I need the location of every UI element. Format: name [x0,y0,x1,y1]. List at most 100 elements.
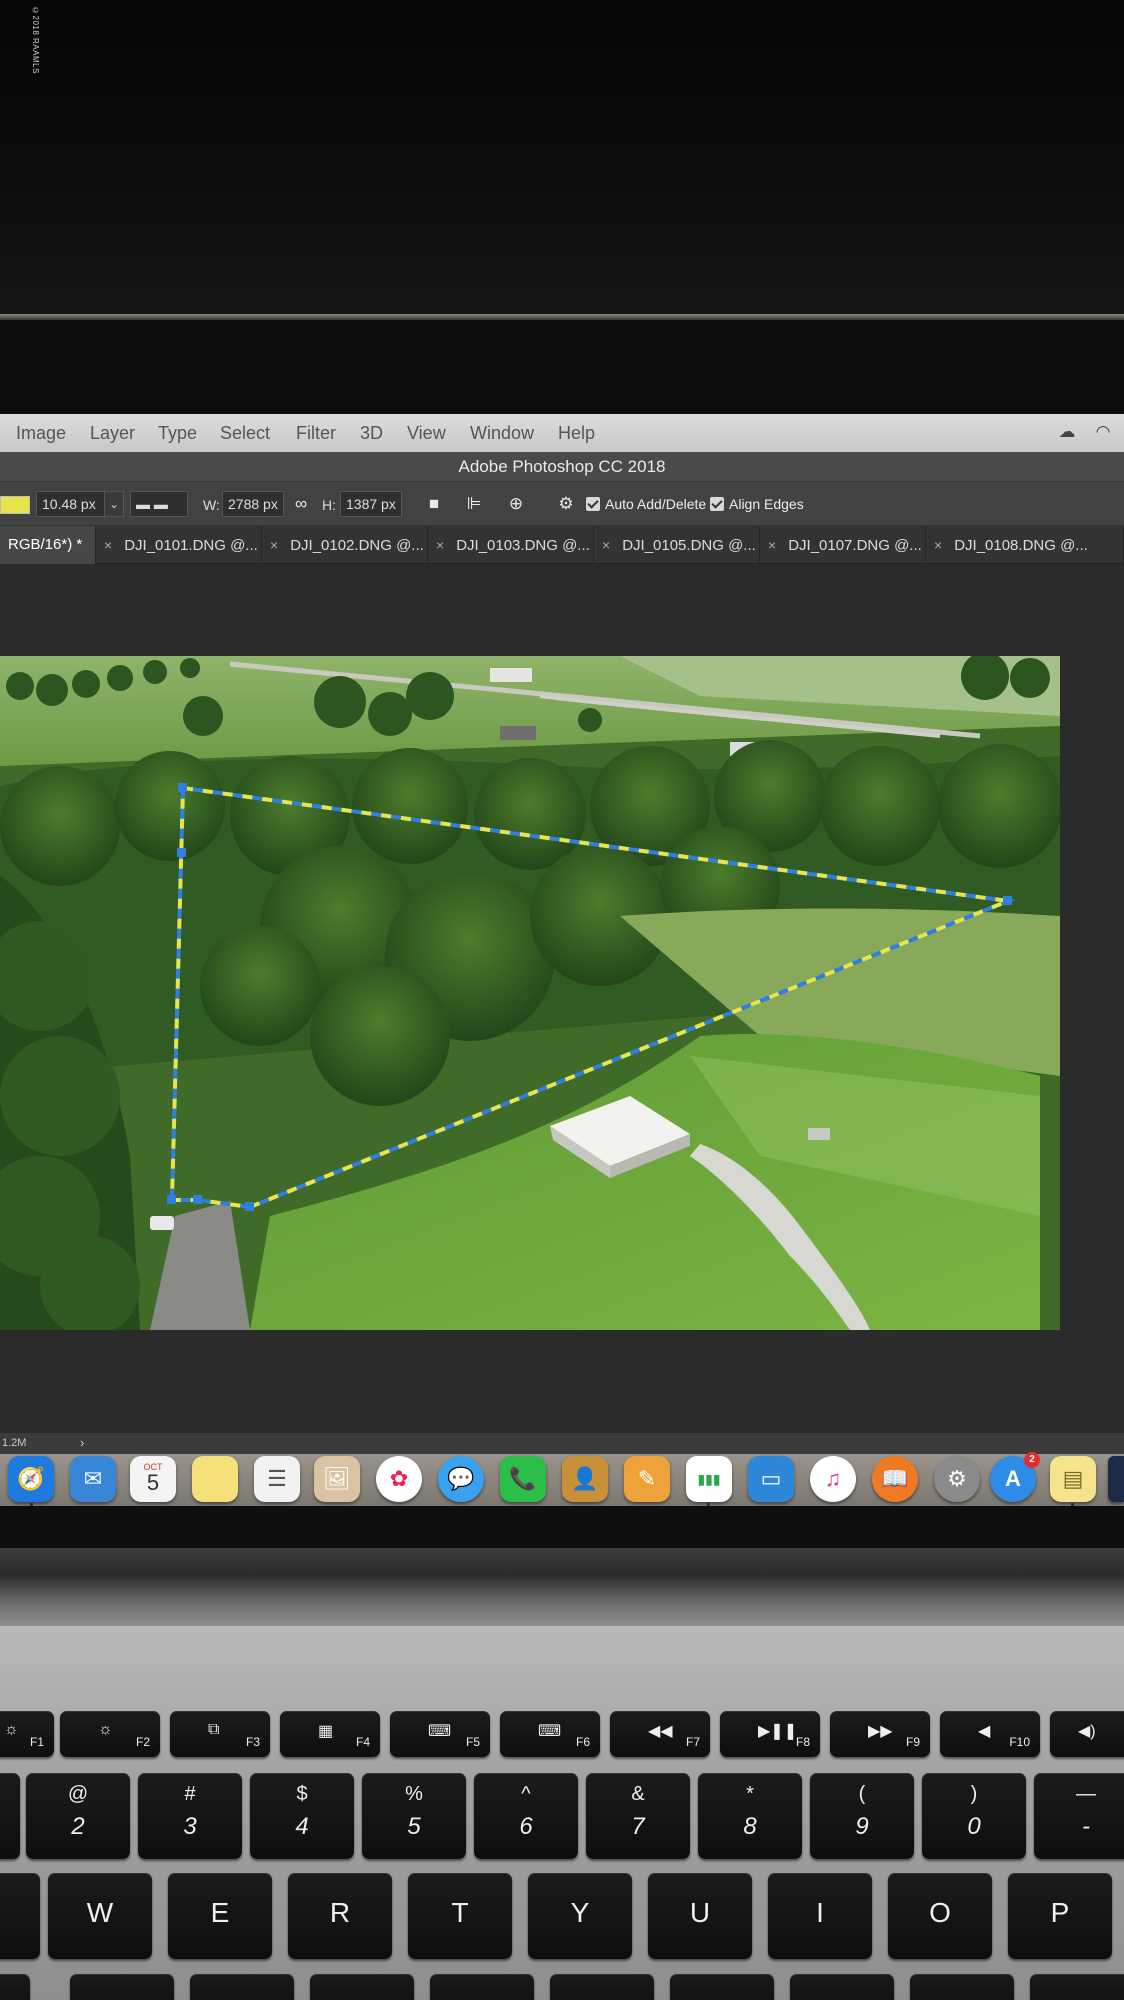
key-f7[interactable]: ◀◀ F7 [610,1711,710,1757]
key-j[interactable] [670,1974,774,2000]
path-operations-icon[interactable]: ■ [422,493,446,515]
menu-layer[interactable]: Layer [90,423,135,444]
stroke-type-dropdown[interactable]: ▬ ▬ ▬ ⌄ [130,491,188,536]
align-edges-checkbox[interactable] [710,497,724,511]
facetime-icon[interactable]: 📞 [500,1456,546,1502]
calendar-icon[interactable]: OCT 5 [130,1456,176,1502]
key-0[interactable]: ) 0 [922,1773,1026,1859]
key-f2[interactable]: ☼ F2 [60,1711,160,1757]
close-icon[interactable]: × [602,537,610,553]
key-8[interactable]: * 8 [698,1773,802,1859]
menu-3d[interactable]: 3D [360,423,383,444]
messages-icon[interactable]: 💬 [438,1456,484,1502]
app-store-icon[interactable]: A 2 [990,1452,1040,1502]
menu-window[interactable]: Window [470,423,534,444]
tab-dji-0102[interactable]: × DJI_0102.DNG @... [262,526,428,564]
key-f10[interactable]: ◀ F10 [940,1711,1040,1757]
gear-icon[interactable]: ⚙ [554,493,578,515]
menu-help[interactable]: Help [558,423,595,444]
ibooks-icon[interactable]: 📖 [872,1456,918,1502]
close-icon[interactable]: × [934,537,942,553]
key-w[interactable]: W [48,1873,152,1959]
key-6[interactable]: ^ 6 [474,1773,578,1859]
itunes-icon[interactable]: ♫ [810,1456,856,1502]
key-f9[interactable]: ▶▶ F9 [830,1711,930,1757]
close-icon[interactable]: × [768,537,776,553]
key-2[interactable]: @ 2 [26,1773,130,1859]
pages-icon[interactable]: ✎ [624,1456,670,1502]
key-f6[interactable]: ⌨ F6 [500,1711,600,1757]
key-f11[interactable]: ◀) [1050,1711,1124,1757]
key-e[interactable]: E [168,1873,272,1959]
wifi-icon[interactable]: ◠ [1090,420,1116,444]
system-preferences-icon[interactable]: ⚙ [934,1456,980,1502]
menu-image[interactable]: Image [16,423,66,444]
key-5[interactable]: % 5 [362,1773,466,1859]
tab-active-document[interactable]: RGB/16*) * [0,526,96,564]
key-semicolon[interactable] [1030,1974,1124,2000]
stickies-icon[interactable]: ▤ [1050,1456,1096,1502]
key-o[interactable]: O [888,1873,992,1959]
tab-dji-0105[interactable]: × DJI_0105.DNG @... [594,526,760,564]
tab-dji-0103[interactable]: × DJI_0103.DNG @... [428,526,594,564]
key-k[interactable] [790,1974,894,2000]
key-4[interactable]: $ 4 [250,1773,354,1859]
preview-icon[interactable]: 🖼 [314,1456,360,1502]
key-s[interactable] [70,1974,174,2000]
key-q[interactable] [0,1873,40,1959]
key-minus[interactable]: — - [1034,1773,1124,1859]
key-h[interactable] [550,1974,654,2000]
reminders-icon[interactable]: ☰ [254,1456,300,1502]
key-p[interactable]: P [1008,1873,1112,1959]
menu-filter[interactable]: Filter [296,423,336,444]
height-field[interactable]: 1387 px [340,491,402,517]
key-d[interactable] [190,1974,294,2000]
stroke-width-dropdown[interactable]: ⌄ [104,491,124,517]
close-icon[interactable]: × [104,537,112,553]
key-f8[interactable]: ▶❚❚ F8 [720,1711,820,1757]
mail-icon[interactable]: ✉ [70,1456,116,1502]
status-menu-arrow[interactable]: › [80,1435,84,1450]
menu-view[interactable]: View [407,423,446,444]
menu-type[interactable]: Type [158,423,197,444]
key-9[interactable]: ( 9 [810,1773,914,1859]
aerial-drone-photo[interactable] [0,656,1060,1330]
path-alignment-icon[interactable]: ⊫ [462,493,486,515]
key-3[interactable]: # 3 [138,1773,242,1859]
key-f3[interactable]: ⧉ F3 [170,1711,270,1757]
contacts-icon[interactable]: 👤 [562,1456,608,1502]
numbers-icon[interactable]: ▮▮▮ [686,1456,732,1502]
creative-cloud-icon[interactable]: ☁ [1054,420,1080,444]
menu-select[interactable]: Select [220,423,270,444]
photos-icon[interactable]: ✿ [376,1456,422,1502]
key-r[interactable]: R [288,1873,392,1959]
close-icon[interactable]: × [270,537,278,553]
path-arrangement-icon[interactable]: ⊕ [504,493,528,515]
key-u[interactable]: U [648,1873,752,1959]
link-icon[interactable]: ∞ [289,493,313,515]
key-f[interactable] [310,1974,414,2000]
key-g[interactable] [430,1974,534,2000]
width-field[interactable]: 2788 px [222,491,284,517]
key-f5[interactable]: ⌨ F5 [390,1711,490,1757]
key-l[interactable] [910,1974,1014,2000]
keynote-icon[interactable]: ▭ [748,1456,794,1502]
safari-icon[interactable]: 🧭 [8,1456,54,1502]
tab-dji-0108[interactable]: × DJI_0108.DNG @... [926,526,1124,564]
close-icon[interactable]: × [436,537,444,553]
key-f4[interactable]: ▦ F4 [280,1711,380,1757]
finder-window-icon[interactable] [1108,1456,1124,1502]
tab-dji-0101[interactable]: × DJI_0101.DNG @... [96,526,262,564]
key-a[interactable] [0,1974,30,2000]
key-t[interactable]: T [408,1873,512,1959]
stroke-width-field[interactable]: 10.48 px [36,491,110,517]
key-f1[interactable]: ☼ F1 [0,1711,54,1757]
auto-add-delete-checkbox[interactable] [586,497,600,511]
key-y[interactable]: Y [528,1873,632,1959]
key-i[interactable]: I [768,1873,872,1959]
key-7[interactable]: & 7 [586,1773,690,1859]
key-1[interactable] [0,1773,20,1859]
tab-dji-0107[interactable]: × DJI_0107.DNG @... [760,526,926,564]
notes-icon[interactable] [192,1456,238,1502]
stroke-color-swatch[interactable] [0,496,30,514]
